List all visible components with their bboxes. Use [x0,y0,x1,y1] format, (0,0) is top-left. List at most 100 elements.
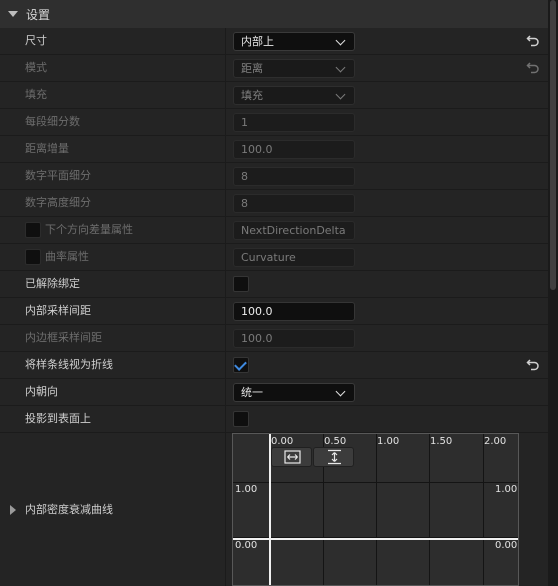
mode-dropdown-value: 距离 [241,62,263,75]
x-tick-label: 0.00 [271,436,294,447]
property-row-inner-orientation: 内朝向 统一 [0,379,548,406]
property-label-inner-sample-spacing: 内部采样间距 [25,304,91,317]
column-divider [225,109,226,136]
property-label-mode: 模式 [25,61,47,74]
scrollbar[interactable] [548,0,558,586]
property-label-treat-spline-polyline: 将样条线视为折线 [25,358,113,371]
property-label-distance-increment: 距离增量 [25,142,69,155]
property-label-inner-orientation: 内朝向 [25,385,58,398]
grid-line [376,434,377,585]
chevron-down-icon [335,89,346,100]
inner-orientation-dropdown[interactable]: 统一 [233,383,355,402]
property-row-size: 尺寸 内部上 [0,28,548,55]
enable-override-checkbox[interactable] [25,249,41,265]
column-divider [225,325,226,352]
property-label-unbound: 已解除绑定 [25,277,80,290]
column-divider [225,190,226,217]
scrollbar-thumb[interactable] [550,0,556,290]
grid-line [429,434,430,585]
column-divider [225,217,226,244]
property-row-curvature-attr: 曲率属性 Curvature [0,244,548,271]
subdiv-per-segment-input[interactable]: 1 [233,113,355,132]
reset-to-default-icon[interactable] [526,34,540,48]
property-label-size: 尺寸 [25,34,47,47]
property-row-treat-spline-polyline: 将样条线视为折线 [0,352,548,379]
section-title: 设置 [26,7,51,22]
property-label-digital-plane-subdiv: 数字平面细分 [25,169,91,182]
column-divider [225,406,226,433]
section-header-settings[interactable]: 设置 [0,0,548,29]
next-direction-attr-input[interactable]: NextDirectionDelta [233,221,355,240]
fit-vertical-button[interactable] [313,447,354,467]
property-label-project-to-surface: 投影到表面上 [25,412,91,425]
grid-line [233,482,518,483]
inner-orientation-dropdown-value: 统一 [241,386,263,399]
inner-sample-spacing-input[interactable]: 100.0 [233,302,355,321]
details-panel: 设置 尺寸 内部上 模式 距离 填充 填充 每段细分数 1 距离增量 100.0… [0,0,548,586]
project-to-surface-checkbox[interactable] [233,411,249,427]
y-tick-label: 1.00 [235,484,258,495]
checkmark-icon [234,358,247,371]
fill-dropdown-value: 填充 [241,89,263,102]
property-label-curvature-attr: 曲率属性 [45,250,89,263]
property-label-subdiv-per-segment: 每段细分数 [25,115,80,128]
property-row-digital-plane-subdiv: 数字平面细分 8 [0,163,548,190]
column-divider [225,298,226,325]
curve-editor-graph[interactable]: 0.00 0.50 1.00 1.50 2.00 1.00 1.00 0.00 … [232,433,519,586]
curvature-attr-input[interactable]: Curvature [233,248,355,267]
chevron-down-icon [335,62,346,73]
property-row-project-to-surface: 投影到表面上 [0,406,548,433]
column-divider [225,379,226,406]
reset-to-default-icon[interactable] [526,61,540,75]
column-divider [225,352,226,379]
column-divider [225,163,226,190]
size-dropdown[interactable]: 内部上 [233,32,355,51]
fit-horizontal-button[interactable] [271,447,312,467]
property-row-inner-border-spacing: 内边框采样间距 100.0 [0,325,548,352]
property-label-density-falloff-curve: 内部密度衰减曲线 [25,503,113,516]
collapse-arrow-icon[interactable] [8,11,18,17]
size-dropdown-value: 内部上 [241,35,274,48]
digital-plane-subdiv-input[interactable]: 8 [233,167,355,186]
fit-vertical-icon [328,449,341,465]
property-label-next-direction-attr: 下个方向差量属性 [45,223,133,236]
chevron-down-icon [335,35,346,46]
expand-arrow-icon[interactable] [10,505,16,515]
fill-dropdown[interactable]: 填充 [233,86,355,105]
property-row-subdiv-per-segment: 每段细分数 1 [0,109,548,136]
x-zero-axis [233,538,518,540]
column-divider [225,55,226,82]
mode-dropdown[interactable]: 距离 [233,59,355,78]
property-label-inner-border-spacing: 内边框采样间距 [25,331,102,344]
property-row-next-direction-attr: 下个方向差量属性 NextDirectionDelta [0,217,548,244]
x-tick-label: 2.00 [484,436,507,447]
fit-horizontal-icon [284,450,301,464]
digital-height-subdiv-input[interactable]: 8 [233,194,355,213]
x-tick-label: 0.50 [324,436,347,447]
property-row-mode: 模式 距离 [0,55,548,82]
column-divider [225,271,226,298]
unbound-checkbox[interactable] [233,276,249,292]
property-row-inner-sample-spacing: 内部采样间距 100.0 [0,298,548,325]
property-row-density-falloff-curve: 内部密度衰减曲线 0.00 0.50 1.00 1.50 2.00 1.00 1… [0,433,548,586]
inner-border-spacing-input[interactable]: 100.0 [233,329,355,348]
grid-line [483,434,484,585]
column-divider [225,136,226,163]
column-divider [225,244,226,271]
column-divider [225,82,226,109]
property-label-fill: 填充 [25,88,47,101]
column-divider [225,28,226,55]
x-tick-label: 1.50 [430,436,453,447]
distance-increment-input[interactable]: 100.0 [233,140,355,159]
property-row-digital-height-subdiv: 数字高度细分 8 [0,190,548,217]
property-row-fill: 填充 填充 [0,82,548,109]
property-label-digital-height-subdiv: 数字高度细分 [25,196,91,209]
enable-override-checkbox[interactable] [25,222,41,238]
treat-spline-polyline-checkbox[interactable] [233,357,249,373]
property-row-distance-increment: 距离增量 100.0 [0,136,548,163]
y-tick-label: 0.00 [235,540,258,551]
y-tick-label: 1.00 [495,484,518,495]
column-divider [225,433,226,586]
property-row-unbound: 已解除绑定 [0,271,548,298]
reset-to-default-icon[interactable] [526,358,540,372]
